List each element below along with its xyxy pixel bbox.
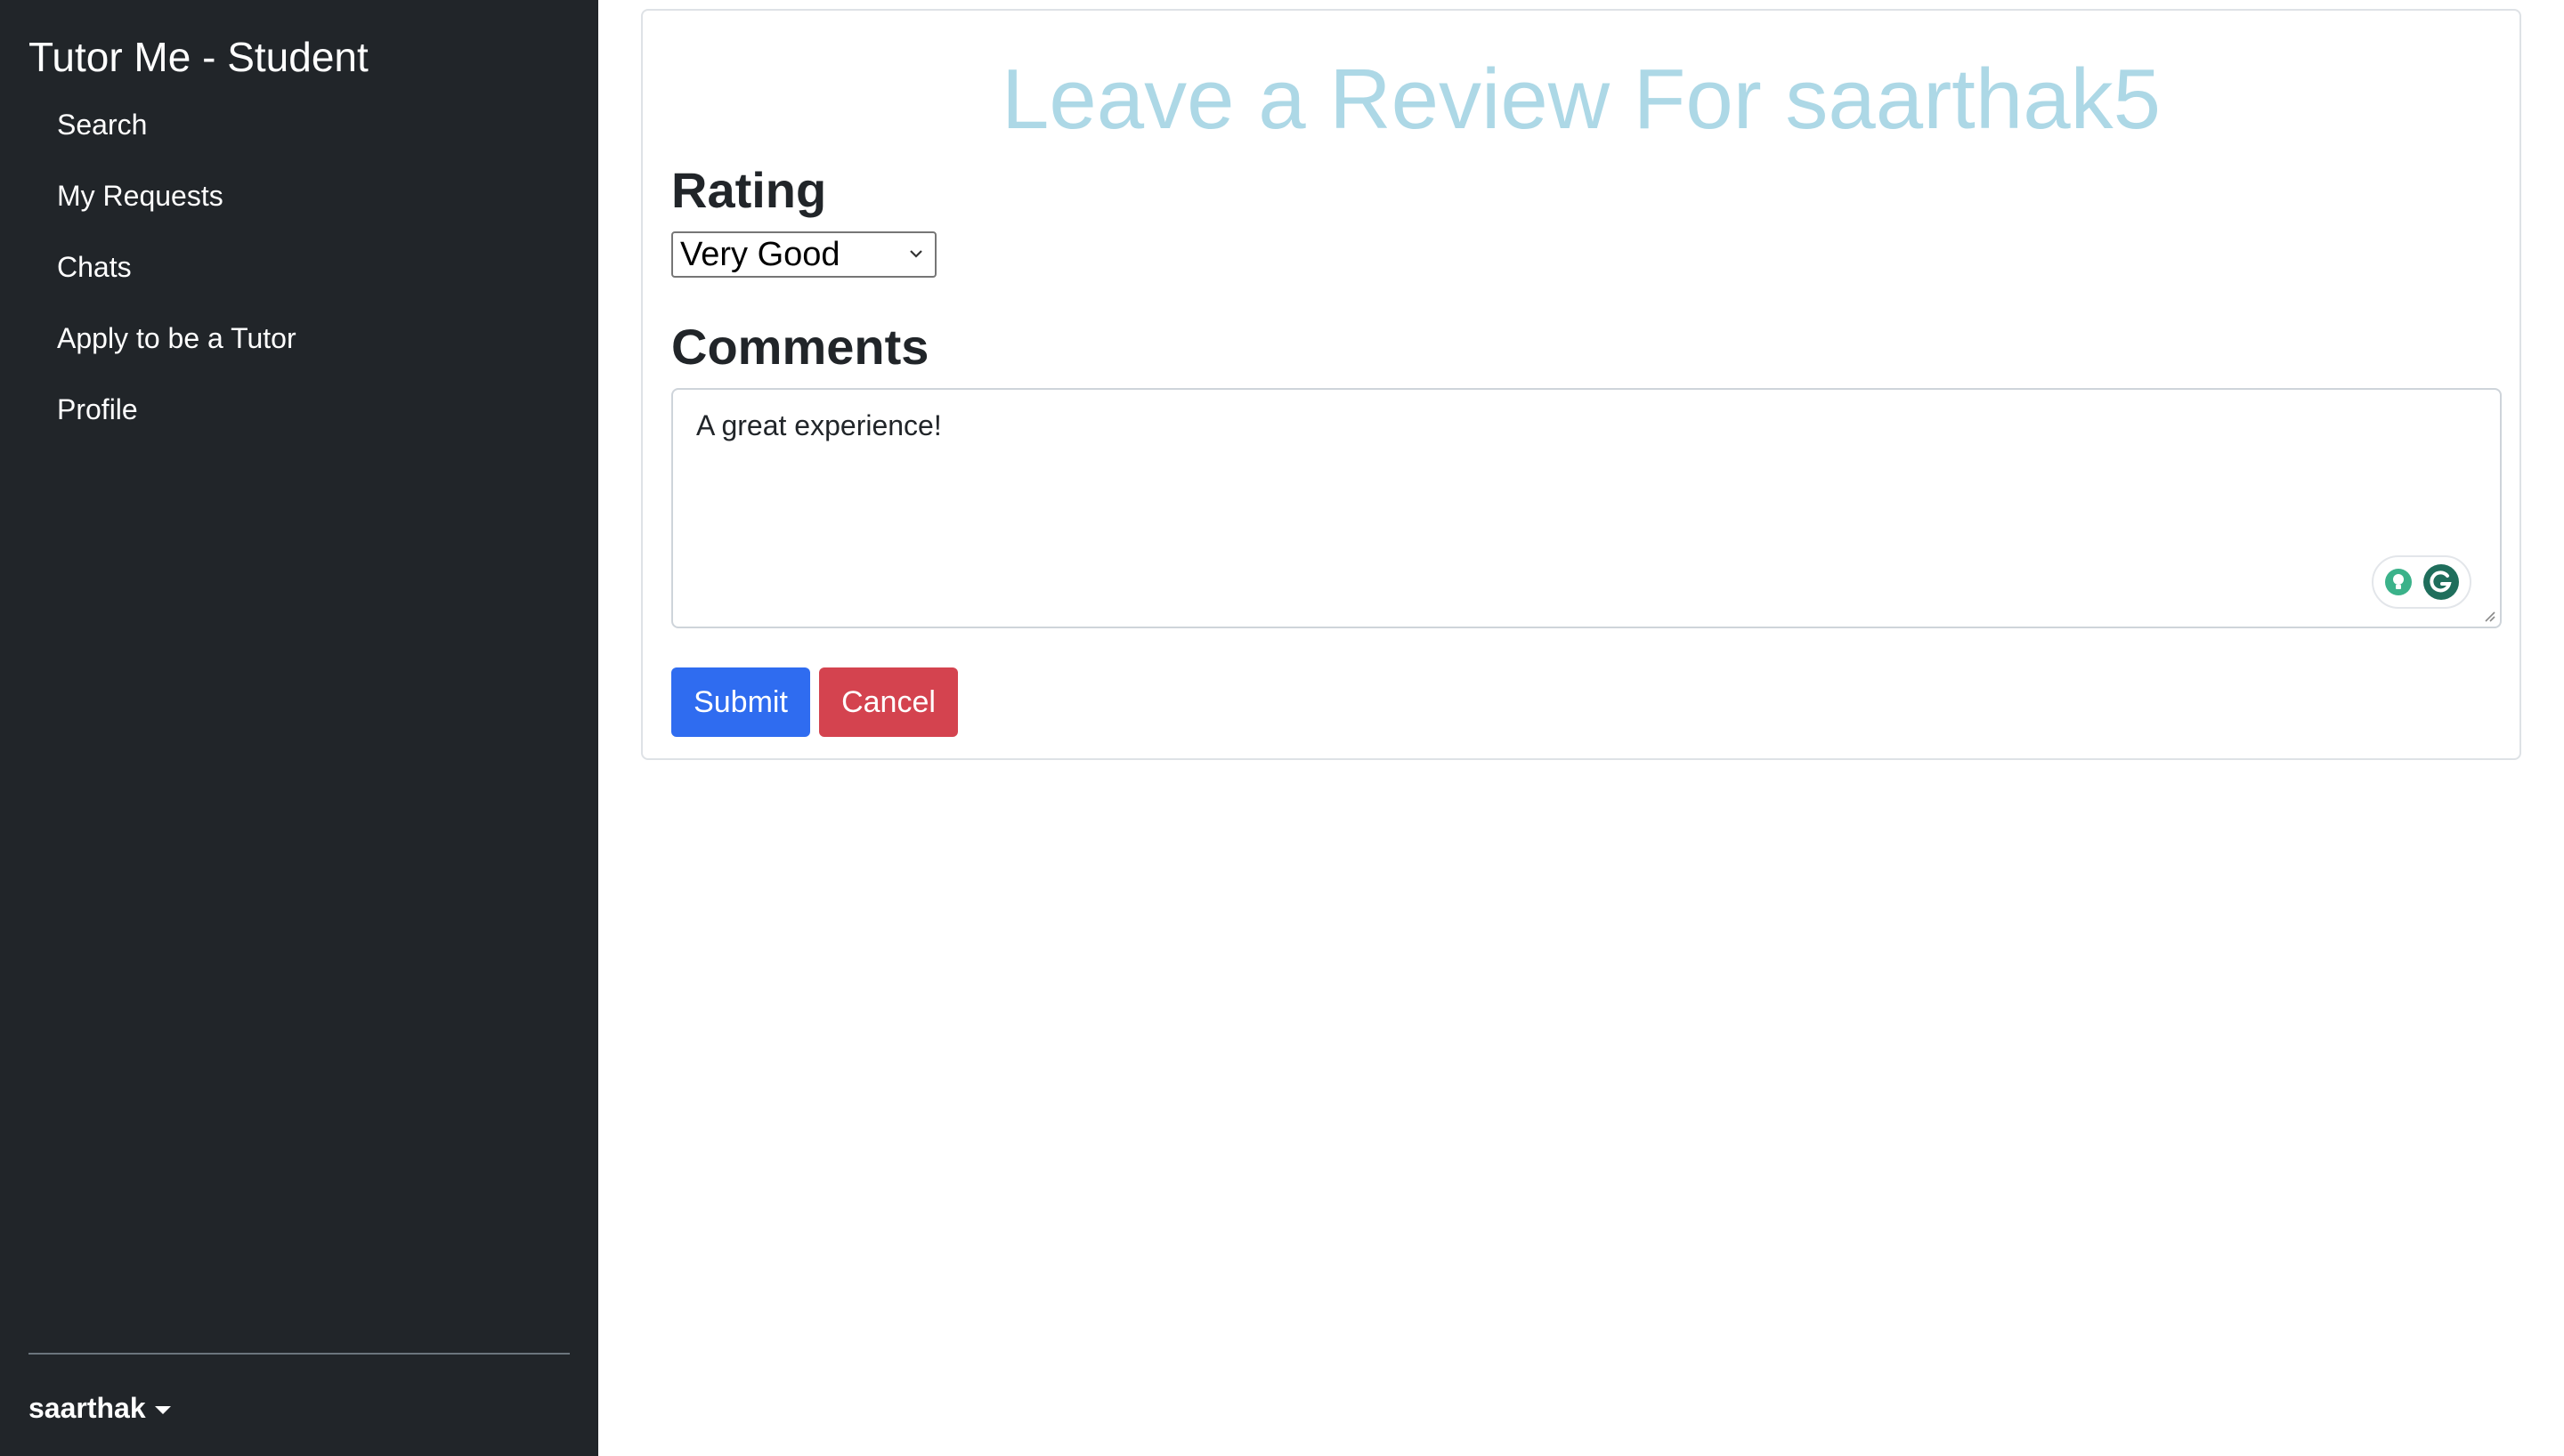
grammarly-icon — [2423, 564, 2459, 600]
sidebar-divider — [28, 1353, 570, 1355]
sidebar-item-apply-tutor[interactable]: Apply to be a Tutor — [28, 311, 570, 383]
lightbulb-icon — [2385, 569, 2412, 595]
cancel-button[interactable]: Cancel — [819, 667, 958, 737]
page-title: Leave a Review For saarthak5 — [1002, 52, 2161, 147]
user-menu-toggle[interactable]: saarthak — [28, 1387, 171, 1429]
comments-text: A great experience! — [696, 409, 942, 441]
rating-select[interactable]: Very Good — [671, 231, 937, 278]
user-name: saarthak — [28, 1391, 146, 1424]
comments-textarea[interactable]: A great experience! — [671, 388, 2502, 628]
grammarly-widget[interactable] — [2372, 555, 2471, 609]
review-card: Leave a Review For saarthak5 Rating Very… — [641, 9, 2521, 760]
chevron-down-icon — [910, 250, 922, 258]
caret-down-icon — [154, 1405, 171, 1414]
sidebar-item-chats[interactable]: Chats — [28, 240, 570, 311]
sidebar-nav: Search My Requests Chats Apply to be a T… — [28, 98, 570, 454]
sidebar-item-search[interactable]: Search — [28, 98, 570, 169]
comments-label: Comments — [671, 319, 929, 375]
rating-select-value: Very Good — [680, 235, 840, 273]
rating-label: Rating — [671, 162, 827, 218]
sidebar-item-my-requests[interactable]: My Requests — [28, 169, 570, 240]
sidebar-item-profile[interactable]: Profile — [28, 383, 570, 454]
app-brand[interactable]: Tutor Me - Student — [28, 30, 369, 84]
sidebar: Tutor Me - Student Search My Requests Ch… — [0, 0, 598, 1456]
submit-button[interactable]: Submit — [671, 667, 810, 737]
resize-handle-icon[interactable] — [2482, 609, 2496, 623]
